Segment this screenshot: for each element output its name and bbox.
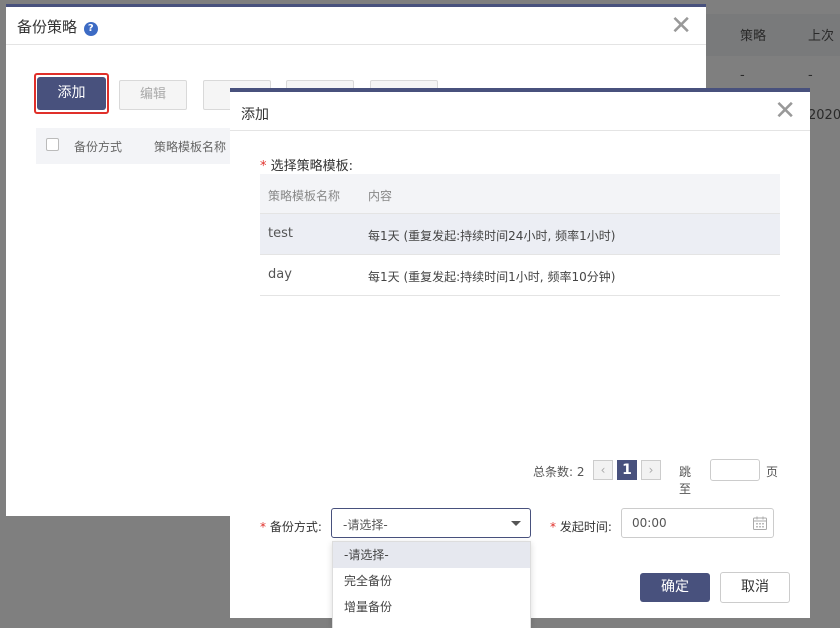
dialog-title: 添加: [241, 107, 269, 123]
close-icon[interactable]: ✕: [774, 98, 796, 124]
current-page[interactable]: 1: [617, 460, 637, 480]
template-table-header: 策略模板名称 内容: [260, 174, 780, 214]
start-time-value: 00:00: [632, 516, 667, 530]
backup-mode-label: * 备份方式:: [260, 518, 322, 535]
column-header-backup-mode: 备份方式: [74, 140, 123, 154]
required-mark: *: [550, 520, 556, 534]
template-name-cell: test: [268, 226, 293, 241]
required-mark: *: [260, 159, 267, 174]
jump-label: 跳至: [679, 465, 692, 496]
dropdown-option[interactable]: -请选择-: [333, 542, 530, 568]
chevron-down-icon: [511, 521, 521, 526]
table-row[interactable]: test 每1天 (重复发起:持续时间24小时, 频率1小时): [260, 214, 780, 255]
template-section-label-text: 选择策略模板:: [270, 159, 354, 174]
prev-page-button[interactable]: ‹: [593, 460, 613, 480]
template-content-cell: 每1天 (重复发起:持续时间24小时, 频率1小时): [368, 229, 616, 243]
backup-mode-dropdown: -请选择- 完全备份 增量备份: [332, 541, 531, 628]
start-time-label: * 发起时间:: [550, 518, 612, 535]
edit-button[interactable]: 编辑: [119, 80, 187, 110]
start-time-label-text: 发起时间:: [559, 520, 612, 534]
cancel-button[interactable]: 取消: [720, 572, 790, 603]
divider: [6, 44, 706, 45]
column-header-template-name: 策略模板名称: [154, 140, 227, 154]
column-header-template-name: 策略模板名称: [268, 189, 341, 203]
page-unit-label: 页: [766, 465, 779, 479]
confirm-button[interactable]: 确定: [640, 573, 710, 602]
required-mark: *: [260, 520, 266, 534]
backup-mode-select[interactable]: -请选择-: [331, 508, 531, 538]
start-time-input[interactable]: 00:00: [621, 508, 774, 538]
template-section-label: * 选择策略模板:: [260, 155, 353, 174]
total-count: 总条数: 2: [533, 465, 585, 479]
table-row[interactable]: day 每1天 (重复发起:持续时间1小时, 频率10分钟): [260, 255, 780, 296]
template-name-cell: day: [268, 267, 292, 282]
template-content-cell: 每1天 (重复发起:持续时间1小时, 频率10分钟): [368, 270, 616, 284]
template-table: 策略模板名称 内容 test 每1天 (重复发起:持续时间24小时, 频率1小时…: [260, 174, 780, 296]
backup-mode-value: -请选择-: [343, 518, 388, 532]
add-dialog: 添加 ✕ * 选择策略模板: 策略模板名称 内容 test 每1天 (重复发起:…: [230, 88, 810, 618]
help-icon[interactable]: ?: [83, 22, 98, 36]
close-icon[interactable]: ✕: [670, 13, 692, 39]
calendar-icon[interactable]: [752, 515, 768, 531]
add-button[interactable]: 添加: [37, 77, 106, 110]
next-page-button[interactable]: ›: [641, 460, 661, 480]
dialog-title-text: 备份策略: [17, 18, 78, 36]
dropdown-option[interactable]: 增量备份: [333, 594, 530, 620]
dialog-title: 备份策略 ?: [17, 16, 98, 37]
select-all-checkbox[interactable]: [46, 138, 59, 151]
divider: [230, 130, 810, 131]
column-header-content: 内容: [368, 189, 393, 203]
dropdown-option[interactable]: 完全备份: [333, 568, 530, 594]
backup-mode-label-text: 备份方式:: [269, 520, 322, 534]
jump-page-input[interactable]: [710, 459, 760, 481]
